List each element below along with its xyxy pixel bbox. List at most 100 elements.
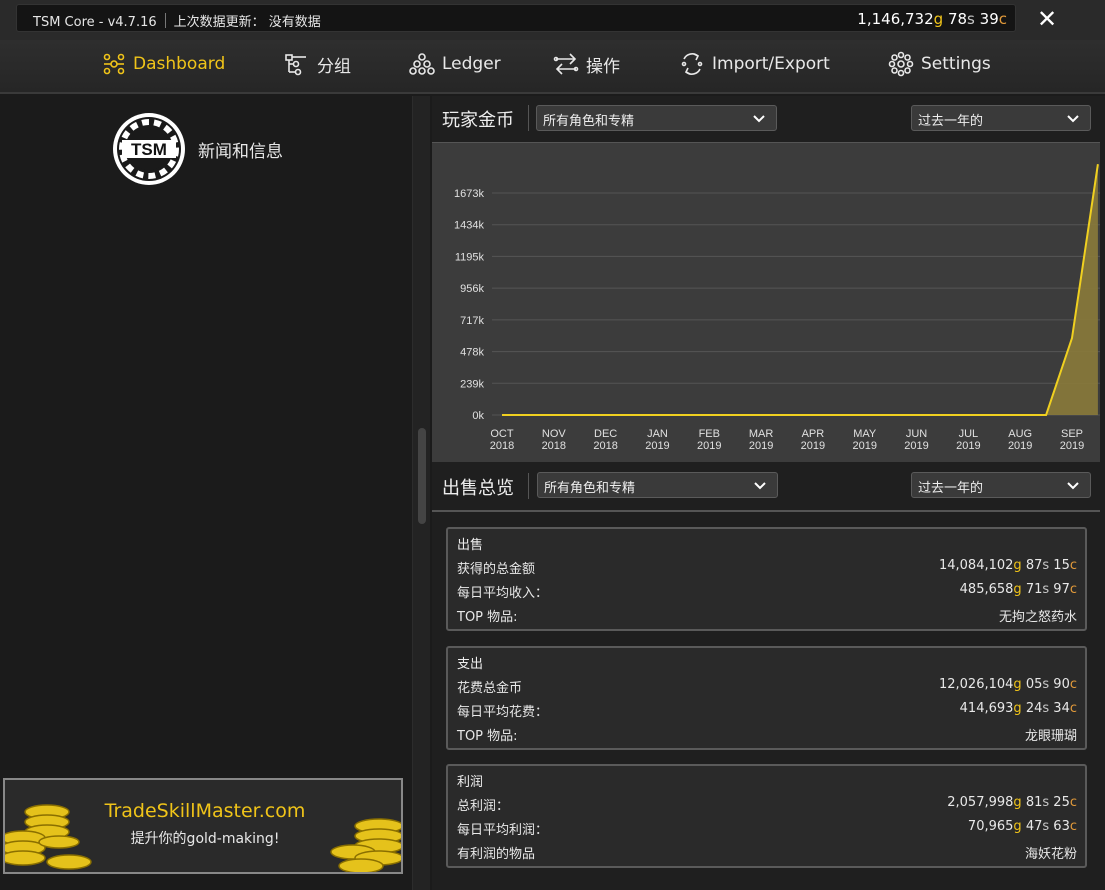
expenses-top-item[interactable]: 龙眼珊瑚 <box>1025 725 1077 744</box>
dashboard-icon <box>103 53 125 75</box>
x-tick-label: AUG <box>1008 428 1032 440</box>
expenses-card-title: 支出 <box>457 657 484 672</box>
y-tick-label: 1434k <box>454 220 484 232</box>
sales-character-dropdown[interactable]: 所有角色和专精 <box>537 472 778 498</box>
groups-icon <box>285 54 306 76</box>
sales-top-label: TOP 物品: <box>457 610 518 625</box>
main-nav: Dashboard 分组 Ledger 操作 Import/Export Set… <box>0 40 1105 94</box>
sales-overview-header: 出售总览 所有角色和专精 过去一年的 <box>432 464 1105 508</box>
x-tick-label: JUL <box>959 428 979 440</box>
y-tick-label: 239k <box>460 378 484 390</box>
x-tick-label: 2018 <box>542 440 566 452</box>
app-version: TSM Core - v4.7.16 <box>33 15 157 30</box>
tab-groups-label: 分组 <box>317 56 351 77</box>
tab-operations-label: 操作 <box>586 56 620 77</box>
last-update-label: 上次数据更新： <box>173 15 265 30</box>
x-tick-label: OCT <box>490 428 514 440</box>
y-tick-label: 1195k <box>455 251 485 263</box>
profit-card-title: 利润 <box>457 775 484 790</box>
gold-suffix: g <box>933 10 944 28</box>
silver-suffix: s <box>967 10 975 28</box>
x-tick-label: JUN <box>906 428 927 440</box>
x-tick-label: SEP <box>1061 428 1083 440</box>
sales-card-title: 出售 <box>457 538 484 553</box>
banner-title: TradeSkillMaster.com <box>104 800 306 822</box>
left-scrollbar-thumb[interactable] <box>418 428 426 524</box>
title-separator <box>164 13 166 28</box>
sales-top-item[interactable]: 无拘之怒药水 <box>999 606 1077 625</box>
gold-period-value: 过去一年的 <box>918 114 984 129</box>
tab-import-export-label: Import/Export <box>712 54 830 74</box>
expenses-top-label: TOP 物品: <box>457 729 518 744</box>
tab-ledger[interactable]: Ledger <box>409 50 501 78</box>
profit-daily-label: 每日平均利润： <box>457 823 549 838</box>
expenses-total-row: 花费总金币 12,026,104g 05s 90c <box>457 677 1077 696</box>
tsm-logo-icon: TSM <box>113 113 185 185</box>
x-tick-label: 2019 <box>801 440 825 452</box>
y-tick-label: 956k <box>460 283 484 295</box>
gold-character-value: 所有角色和专精 <box>543 114 635 129</box>
profit-daily-value: 70,965g 47s 63c <box>967 819 1077 834</box>
expenses-daily-value: 414,693g 24s 34c <box>959 701 1077 716</box>
tab-import-export[interactable]: Import/Export <box>679 50 830 78</box>
x-tick-label: JAN <box>647 428 668 440</box>
tab-settings[interactable]: Settings <box>888 50 991 78</box>
sales-period-dropdown[interactable]: 过去一年的 <box>911 472 1091 498</box>
expenses-daily-label: 每日平均花费： <box>457 705 549 720</box>
copper-amount: 39 <box>979 10 999 28</box>
x-tick-label: 2019 <box>904 440 928 452</box>
header-separator <box>528 105 529 131</box>
profit-total-label: 总利润： <box>457 799 510 814</box>
profit-daily-row: 每日平均利润： 70,965g 47s 63c <box>457 819 1077 838</box>
player-gold-chart: 0k 239k 478k 717k 956k 1195k 1434k 1673k OCT 2018… <box>432 142 1100 462</box>
banner-subtitle: 提升你的gold-making! <box>130 831 280 847</box>
title-bar: TSM Core - v4.7.16 上次数据更新： 没有数据 1,146,732… <box>0 0 1105 40</box>
ledger-icon <box>409 53 435 75</box>
profit-top-row: 有利润的物品 海妖花粉 <box>457 843 1077 862</box>
settings-icon <box>888 51 914 77</box>
gold-series-line <box>502 164 1099 416</box>
expenses-card: 支出 花费总金币 12,026,104g 05s 90c 每日平均花费： 414… <box>446 646 1087 750</box>
x-tick-label: 2018 <box>490 440 514 452</box>
news-and-info-item[interactable]: TSM 新闻和信息 <box>112 112 283 186</box>
section-divider <box>432 510 1100 512</box>
tab-groups[interactable]: 分组 <box>284 50 351 78</box>
player-gold: 1,146,732g 78s 39c <box>857 10 1007 28</box>
tab-dashboard[interactable]: Dashboard <box>102 50 225 78</box>
x-tick-label: NOV <box>542 428 567 440</box>
tab-dashboard-label: Dashboard <box>133 54 226 74</box>
gold-coins-left-icon <box>5 804 92 870</box>
sales-card: 出售 获得的总金额 14,084,102g 87s 15c 每日平均收入： 48… <box>446 527 1087 631</box>
sales-daily-label: 每日平均收入： <box>457 586 549 601</box>
chevron-down-icon <box>753 115 765 123</box>
sales-daily-value: 485,658g 71s 97c <box>959 582 1077 597</box>
profit-total-value: 2,057,998g 81s 25c <box>947 795 1077 810</box>
tab-operations[interactable]: 操作 <box>553 50 620 78</box>
sales-character-value: 所有角色和专精 <box>544 481 636 496</box>
tab-ledger-label: Ledger <box>442 54 501 74</box>
tsm-website-banner[interactable]: TradeSkillMaster.com 提升你的gold-making! <box>3 778 403 874</box>
sales-total-label: 获得的总金额 <box>457 562 536 577</box>
sales-period-value: 过去一年的 <box>918 481 984 496</box>
x-tick-label: 2019 <box>852 440 876 452</box>
gold-chart-svg: 0k239k478k717k956k1195k1434k1673kOCT2018… <box>454 164 1100 452</box>
x-tick-label: DEC <box>594 428 617 440</box>
gold-character-dropdown[interactable]: 所有角色和专精 <box>536 105 777 131</box>
profit-top-item[interactable]: 海妖花粉 <box>1025 843 1077 862</box>
left-panel: TSM 新闻和信息 <box>0 96 412 890</box>
x-tick-label: MAR <box>749 428 774 440</box>
chevron-down-icon <box>754 482 766 490</box>
gold-period-dropdown[interactable]: 过去一年的 <box>911 105 1091 131</box>
expenses-total-label: 花费总金币 <box>457 681 523 696</box>
profit-card: 利润 总利润： 2,057,998g 81s 25c 每日平均利润： 70,96… <box>446 764 1087 868</box>
gold-area-fill <box>502 164 1098 415</box>
y-tick-label: 717k <box>460 315 484 327</box>
close-button[interactable]: ✕ <box>1028 2 1066 36</box>
import-export-icon <box>681 53 703 75</box>
y-tick-label: 1673k <box>454 188 484 200</box>
title-left: TSM Core - v4.7.16 上次数据更新： 没有数据 <box>33 11 321 30</box>
x-tick-label: APR <box>802 428 825 440</box>
title-info-bar: TSM Core - v4.7.16 上次数据更新： 没有数据 1,146,732… <box>16 4 1016 32</box>
profit-top-label: 有利润的物品 <box>457 847 536 862</box>
player-gold-title: 玩家金币 <box>442 110 514 131</box>
